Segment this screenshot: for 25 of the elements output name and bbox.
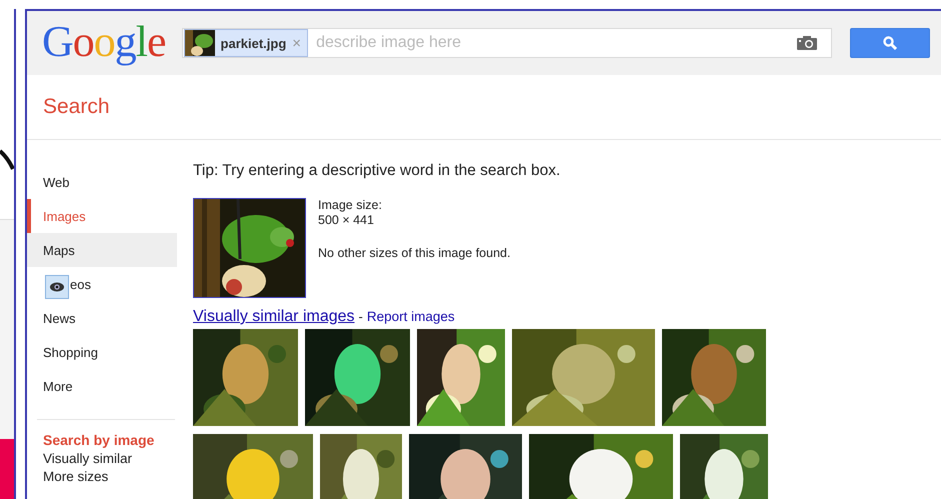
eye-icon bbox=[45, 275, 69, 299]
image-size-label: Image size: bbox=[318, 198, 383, 213]
sidebar-item[interactable]: Maps bbox=[27, 233, 177, 267]
search-button[interactable] bbox=[850, 28, 930, 58]
search-icon bbox=[882, 36, 897, 50]
google-logo[interactable]: Google bbox=[42, 20, 166, 64]
camera-icon[interactable] bbox=[796, 36, 817, 50]
cable-drawing bbox=[0, 149, 14, 171]
page-title: Search bbox=[43, 95, 110, 119]
sidebar-item[interactable]: Web bbox=[27, 165, 177, 199]
tip-text: Tip: Try entering a descriptive word in the search box. bbox=[193, 162, 562, 180]
section-title: Search by image bbox=[42, 432, 156, 448]
sidebar-item[interactable]: Shopping bbox=[27, 335, 177, 369]
sidebar-link[interactable]: More sizes bbox=[27, 469, 177, 484]
separator: - bbox=[358, 309, 363, 324]
search-field[interactable]: parkiet.jpg × describe image here bbox=[182, 28, 832, 58]
similar-images-link[interactable]: Visually similar images bbox=[193, 308, 355, 326]
sizes-note: No other sizes of this image found. bbox=[318, 246, 510, 260]
sidebar-item[interactable]: News bbox=[27, 301, 177, 335]
report-images-link[interactable]: Report images bbox=[366, 309, 455, 324]
sidebar-link[interactable]: Visually similar bbox=[27, 451, 177, 466]
image-chip[interactable]: parkiet.jpg × bbox=[184, 29, 308, 57]
image-size-value: 500 × 441 bbox=[318, 213, 375, 228]
sidebar-item[interactable]: More bbox=[27, 369, 177, 403]
sidebar-item[interactable]: eos bbox=[27, 267, 177, 301]
